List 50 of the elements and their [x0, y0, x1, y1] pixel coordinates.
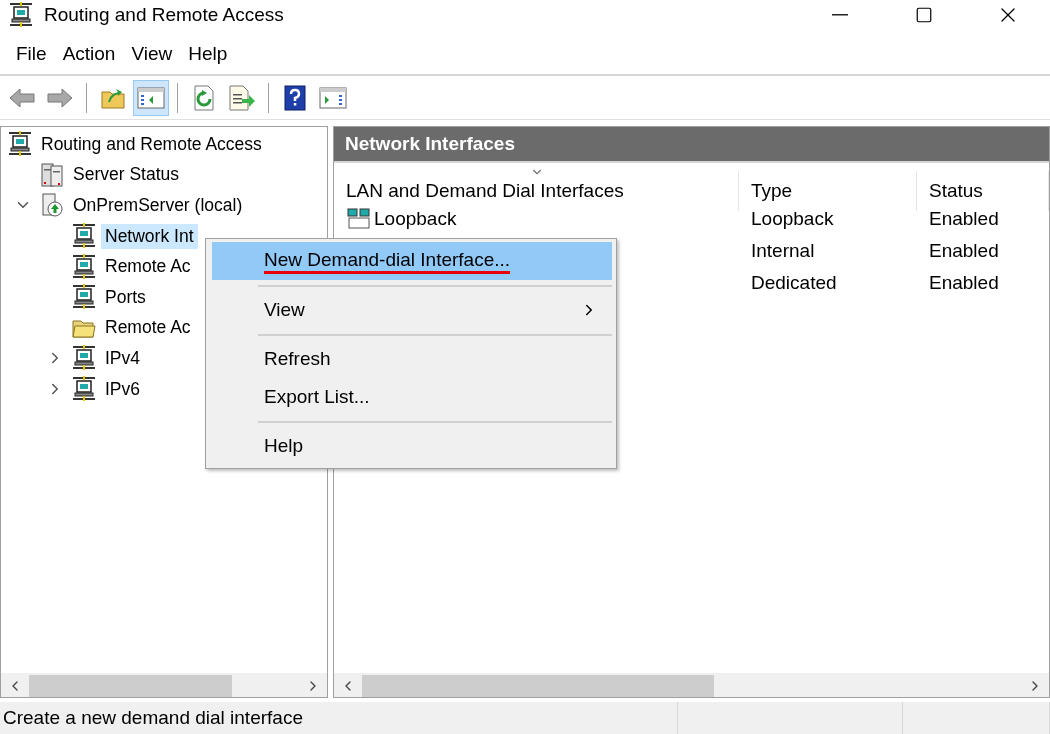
context-menu-item[interactable]: Refresh [212, 340, 612, 378]
column-header[interactable]: Status [917, 171, 1049, 211]
show-action-pane-icon [319, 85, 347, 110]
tree-item[interactable]: Network Int [101, 223, 198, 249]
tree-item[interactable]: Remote Ac [101, 254, 195, 280]
tree-item[interactable]: IPv4 [101, 345, 145, 371]
horizontal-scrollbar[interactable] [334, 673, 1049, 697]
table-cell-text: Enabled [928, 239, 1000, 263]
loopback-adapter-icon [346, 207, 372, 231]
network-computer-icon [7, 131, 33, 158]
server-arrow-icon [39, 192, 65, 219]
table-cell-text: Enabled [928, 271, 1000, 295]
scrollbar-thumb[interactable] [29, 674, 232, 697]
pane-header: Network Interfaces [334, 127, 1049, 163]
context-menu-item[interactable]: Help [212, 427, 612, 465]
network-computer-icon [71, 223, 97, 250]
show-tree-icon [137, 85, 165, 110]
context-menu-item[interactable]: New Demand-dial Interface... [212, 242, 612, 280]
menu-item[interactable]: View [123, 38, 181, 70]
table-cell-text: Dedicated [750, 271, 838, 295]
tree-item[interactable]: Routing and Remote Access [37, 131, 266, 157]
network-computer-icon [71, 253, 97, 280]
maximize-icon [915, 6, 933, 24]
network-computer-icon [71, 284, 97, 311]
forward-arrow-icon [46, 86, 74, 109]
menu-item[interactable]: File [8, 38, 55, 70]
network-computer-icon [71, 345, 97, 372]
table-cell: Loopback [374, 208, 457, 230]
menu-item[interactable]: Action [54, 38, 124, 70]
server-icon [39, 161, 65, 188]
context-menu-item[interactable]: View [212, 291, 612, 329]
export-list-icon [228, 84, 256, 111]
tree-item[interactable]: Server Status [69, 162, 184, 188]
network-computer-icon [71, 376, 97, 403]
menu-item[interactable]: Help [180, 38, 236, 70]
window-title: Routing and Remote Access [44, 4, 284, 26]
tree-item[interactable]: IPv6 [101, 376, 145, 402]
minimize-icon [832, 14, 848, 16]
scrollbar-thumb[interactable] [362, 674, 714, 697]
refresh-icon [193, 84, 215, 111]
back-arrow-icon [8, 86, 36, 109]
tree-item[interactable]: Remote Ac [101, 315, 195, 341]
status-text: Create a new demand dial interface [3, 707, 303, 729]
horizontal-scrollbar[interactable] [1, 673, 327, 697]
tree-item[interactable]: OnPremServer (local) [69, 193, 247, 218]
tree-item[interactable]: Ports [101, 284, 150, 310]
table-cell-text: Internal [750, 239, 816, 263]
column-header[interactable]: Type [739, 171, 917, 211]
context-menu-item[interactable]: Export List... [212, 378, 612, 416]
help-icon [284, 84, 306, 111]
